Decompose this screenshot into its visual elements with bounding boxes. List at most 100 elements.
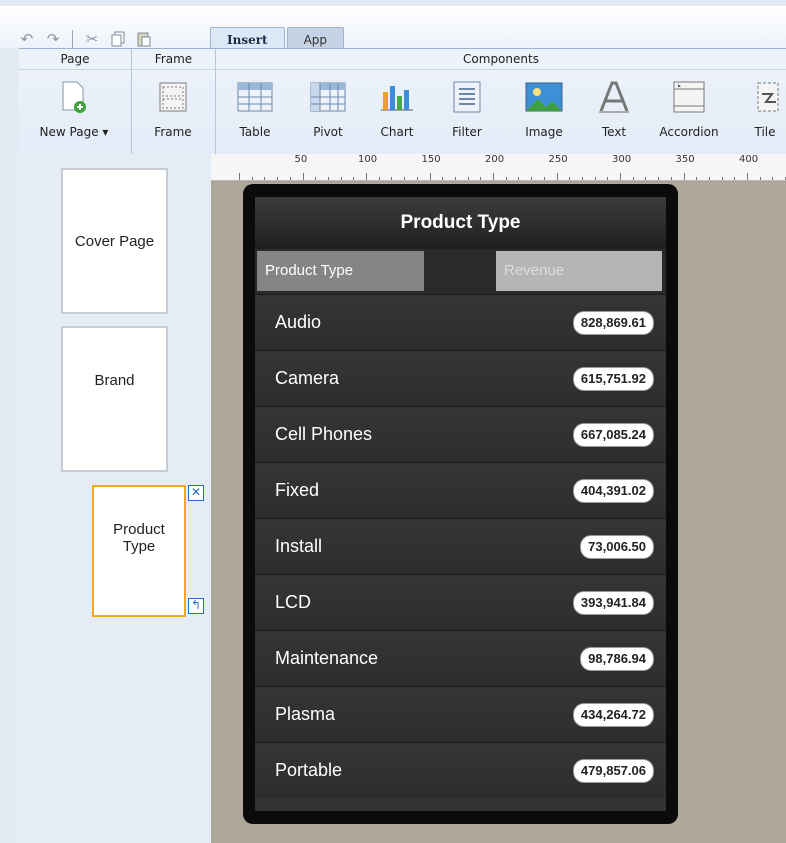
ruler-label: 300 <box>612 154 632 165</box>
chart-button[interactable]: Chart <box>367 77 427 139</box>
ruler-tick <box>518 177 520 180</box>
page-thumb-label: Brand <box>94 371 135 389</box>
ruler-tick <box>480 177 482 180</box>
revenue-badge: 828,869.61 <box>572 311 654 335</box>
image-label: Image <box>525 125 563 139</box>
frame-icon <box>159 82 187 112</box>
ruler-tick <box>429 173 431 180</box>
ruler-tick <box>759 177 761 180</box>
list-item-name: Plasma <box>275 704 336 724</box>
list-item-name: Maintenance <box>275 648 379 668</box>
text-label: Text <box>601 125 627 139</box>
list-item[interactable]: Plasma 434,264.72 <box>255 686 666 742</box>
chart-label: Chart <box>380 125 414 139</box>
device-frame: Product Type Product Type Revenue Audio 8… <box>243 184 678 824</box>
copy-icon[interactable] <box>109 30 127 48</box>
ruler-tick <box>289 177 291 180</box>
ruler-tick <box>645 177 647 180</box>
ruler-tick <box>670 177 672 180</box>
quick-toolbar: ↶ ↷ ✂ Insert App <box>0 6 786 53</box>
ruler-tick <box>772 177 774 180</box>
ruler-label: 50 <box>294 154 308 165</box>
image-icon <box>525 82 563 112</box>
list-item[interactable]: Cell Phones 667,085.24 <box>255 406 666 462</box>
ruler-tick <box>264 177 266 180</box>
chart-icon <box>381 86 413 111</box>
ribbon: Page Frame Components New Page ▾ Frame T… <box>19 48 786 156</box>
ruler-tick <box>531 177 533 180</box>
revenue-badge: 98,786.94 <box>580 647 654 671</box>
ruler-label: 200 <box>485 154 505 165</box>
list-item[interactable]: Camera 615,751.92 <box>255 350 666 406</box>
ruler-tick <box>581 177 583 180</box>
ruler-tick <box>632 177 634 180</box>
revenue-badge: 615,751.92 <box>572 367 654 391</box>
pivot-button[interactable]: Pivot <box>298 77 358 139</box>
horizontal-ruler: 50 100 150 200 250 300 350 400 <box>211 154 786 181</box>
toolbar-divider <box>72 30 73 48</box>
ruler-tick <box>378 177 380 180</box>
page-thumb-brand[interactable]: Brand <box>61 326 168 472</box>
cut-icon[interactable]: ✂ <box>83 30 101 48</box>
list-item[interactable]: Audio 828,869.61 <box>255 294 666 350</box>
revenue-badge: 479,857.06 <box>572 759 654 783</box>
pivot-icon <box>310 82 346 112</box>
ruler-tick <box>416 177 418 180</box>
ruler-label: 100 <box>358 154 378 165</box>
ruler-tick <box>315 177 317 180</box>
ruler-tick <box>708 177 710 180</box>
ruler-tick <box>734 177 736 180</box>
tile-button[interactable]: Tile <box>745 77 785 139</box>
list-item-name: Audio <box>275 312 322 332</box>
revenue-badge: 404,391.02 <box>572 479 654 503</box>
page-thumb-cover[interactable]: Cover Page <box>61 168 168 314</box>
column-header-revenue[interactable]: Revenue <box>496 251 662 291</box>
page-thumb-label: Product Type <box>113 521 165 555</box>
ruler-tick <box>747 173 748 180</box>
ruler-tick <box>493 173 494 180</box>
list-item[interactable]: Fixed 404,391.02 <box>255 462 666 518</box>
ruler-tick <box>302 173 304 180</box>
undo-icon[interactable]: ↶ <box>18 30 36 48</box>
ruler-tick <box>442 177 444 180</box>
group-label-frame: Frame <box>132 49 215 70</box>
ruler-tick <box>569 177 571 180</box>
filter-button[interactable]: Filter <box>437 77 497 139</box>
list-item-name: Portable <box>275 760 343 780</box>
screen-title: Product Type <box>255 197 666 249</box>
new-page-button[interactable]: New Page ▾ <box>24 77 124 139</box>
group-label-components: Components <box>216 49 786 70</box>
text-button[interactable]: Text <box>584 77 644 139</box>
group-label-page: Page <box>19 49 131 70</box>
table-button[interactable]: Table <box>225 77 285 139</box>
image-button[interactable]: Image <box>514 77 574 139</box>
ruler-tick <box>607 177 609 180</box>
frame-button[interactable]: Frame <box>143 77 203 139</box>
list-item-name: Fixed <box>275 480 320 500</box>
accordion-icon <box>673 81 705 113</box>
redo-icon[interactable]: ↷ <box>44 30 62 48</box>
column-header-product-type[interactable]: Product Type <box>257 251 424 291</box>
ruler-label: 350 <box>675 154 695 165</box>
ruler-tick <box>543 177 545 180</box>
list-item[interactable]: Maintenance 98,786.94 <box>255 630 666 686</box>
tile-label: Tile <box>754 125 776 139</box>
page-thumb-product-type[interactable]: Product Type <box>92 485 186 617</box>
table-icon <box>237 82 273 112</box>
list-item[interactable]: Portable 479,857.06 <box>255 742 666 798</box>
revenue-badge: 393,941.84 <box>572 591 654 615</box>
filter-label: Filter <box>452 125 482 139</box>
new-page-label: New Page <box>39 125 99 139</box>
ruler-tick <box>696 177 698 180</box>
ruler-label: 250 <box>548 154 568 165</box>
accordion-button[interactable]: Accordion <box>659 77 719 139</box>
close-icon[interactable]: ✕ <box>188 485 204 501</box>
ruler-tick <box>353 177 355 180</box>
list-item[interactable]: LCD 393,941.84 <box>255 574 666 630</box>
dropdown-caret-icon[interactable]: ▾ <box>102 125 108 139</box>
list-item[interactable]: Install 73,006.50 <box>255 518 666 574</box>
return-icon[interactable]: ↰ <box>188 598 204 614</box>
paste-icon[interactable] <box>135 30 153 48</box>
ruler-label: 400 <box>739 154 759 165</box>
ruler-tick <box>404 177 406 180</box>
